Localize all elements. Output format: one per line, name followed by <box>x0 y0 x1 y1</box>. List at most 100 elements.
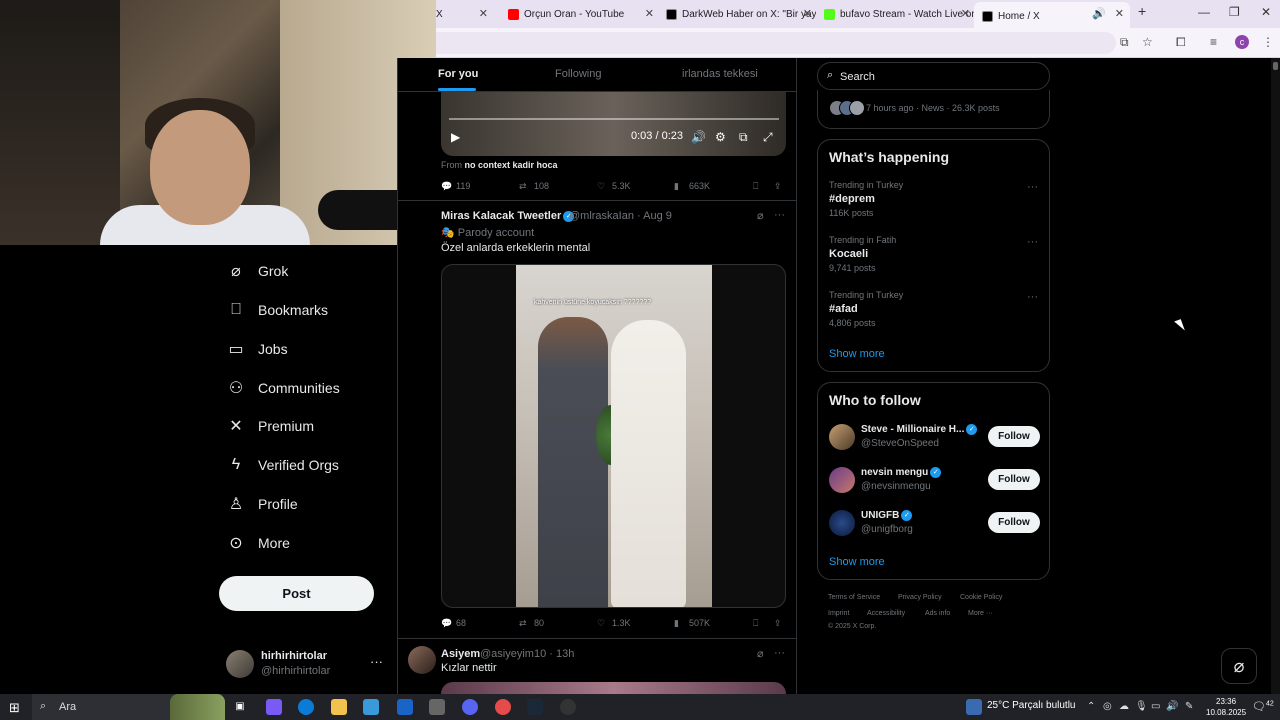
footer-link-terms[interactable]: Terms of Service <box>828 594 880 601</box>
outlook-icon[interactable] <box>397 699 413 715</box>
footer-link-accessibility[interactable]: Accessibility <box>867 610 905 617</box>
tray-chevron-icon[interactable]: ⌃ <box>1087 701 1095 712</box>
share-icon[interactable]: ⇪ <box>774 181 782 192</box>
footer-link-more[interactable]: More ··· <box>968 610 993 617</box>
footer-link-imprint[interactable]: Imprint <box>828 610 849 617</box>
more-dots-icon[interactable]: ··· <box>1027 181 1038 193</box>
follow-suggestion-name[interactable]: Steve - Millionaire H... ✓ <box>861 424 978 435</box>
post-button[interactable]: Post <box>219 576 374 611</box>
volume-icon[interactable]: 🔊 <box>1166 701 1178 712</box>
tab-following[interactable]: Following <box>555 68 601 80</box>
show-more-link[interactable]: Show more <box>829 348 885 360</box>
footer-link-ads[interactable]: Ads info <box>925 610 950 617</box>
footer-link-privacy[interactable]: Privacy Policy <box>898 594 942 601</box>
retweet-icon[interactable]: ⇄ <box>519 181 527 192</box>
close-icon[interactable]: ✕ <box>645 7 654 20</box>
reply-icon[interactable]: 💬 <box>441 618 452 629</box>
nav-item-communities[interactable]: ⚇ Communities <box>226 376 340 400</box>
tweet-author[interactable]: Asiyem <box>441 648 480 660</box>
more-dots-icon[interactable]: ··· <box>370 654 383 669</box>
menu-icon[interactable]: ⋮ <box>1262 35 1274 49</box>
bookmark-icon[interactable]: ⎕ <box>753 618 758 629</box>
close-icon[interactable]: ✕ <box>803 7 812 20</box>
footer-link-cookies[interactable]: Cookie Policy <box>960 594 1002 601</box>
steam-icon[interactable] <box>527 699 543 715</box>
tab-irlandas-tekkesi[interactable]: irlandas tekkesi <box>682 68 758 80</box>
show-more-link[interactable]: Show more <box>829 556 885 568</box>
video-player[interactable]: ▶ 0:03 / 0:23 🔊 ⚙ ⧉ ⤢ <box>441 92 786 156</box>
tweet-media-preview[interactable] <box>441 682 786 694</box>
follow-suggestion-name[interactable]: UNIGFB ✓ <box>861 510 913 521</box>
speaker-icon[interactable]: 🔊 <box>1092 7 1106 20</box>
pen-icon[interactable]: ✎ <box>1185 701 1193 712</box>
tray-app-icon[interactable]: ☁ <box>1119 701 1129 712</box>
avatar[interactable] <box>829 467 855 493</box>
nav-item-premium[interactable]: ✕ Premium <box>226 414 314 438</box>
tweet-time[interactable]: · 13h <box>549 648 574 660</box>
notifications-icon[interactable]: 🗨42 <box>1252 700 1274 713</box>
browser-tab[interactable]: Orçun Oran - YouTube ✕ <box>508 4 658 24</box>
more-dots-icon[interactable]: ··· <box>1027 236 1038 248</box>
nav-item-verified-orgs[interactable]: ϟ Verified Orgs <box>226 453 339 477</box>
copilot-icon[interactable] <box>266 699 282 715</box>
windows-start-icon[interactable]: ⊞ <box>9 700 20 716</box>
maximize-button[interactable]: ❐ <box>1229 5 1240 19</box>
window-close-button[interactable]: ✕ <box>1261 5 1271 19</box>
avatar[interactable] <box>408 646 436 674</box>
nav-item-jobs[interactable]: ▭ Jobs <box>226 337 287 361</box>
media-controls-icon[interactable]: ≡ <box>1210 35 1217 49</box>
follow-suggestion-name[interactable]: nevsin mengu ✓ <box>861 467 942 478</box>
clock[interactable]: 23:36 10.08.2025 <box>1206 696 1246 718</box>
store-icon[interactable] <box>363 699 379 715</box>
scrollbar-up-arrow[interactable] <box>1273 62 1278 70</box>
tweet-media-video[interactable]: kahvenin üstüne koyucaksın ??????? <box>441 264 786 608</box>
settings-gear-icon[interactable]: ⚙ <box>715 130 726 144</box>
bookmark-star-icon[interactable]: ☆ <box>1142 35 1153 49</box>
more-dots-icon[interactable]: ··· <box>774 647 785 659</box>
browser-tab[interactable]: DarkWeb Haber on X: "Bir yayı ✕ <box>666 4 816 24</box>
close-icon[interactable]: ✕ <box>961 7 970 20</box>
close-icon[interactable]: ✕ <box>1115 7 1124 20</box>
like-icon[interactable]: ♡ <box>597 181 605 192</box>
follow-button[interactable]: Follow <box>988 512 1040 533</box>
edge-icon[interactable] <box>298 699 314 715</box>
follow-button[interactable]: Follow <box>988 426 1040 447</box>
reply-icon[interactable]: 💬 <box>441 181 452 192</box>
minimize-button[interactable]: — <box>1198 5 1210 19</box>
more-dots-icon[interactable]: ··· <box>774 209 785 221</box>
follow-button[interactable]: Follow <box>988 469 1040 490</box>
account-switcher[interactable]: hirhirhirtolar @hirhirhirtolar ··· <box>226 648 386 680</box>
grok-floating-button[interactable]: ⌀ <box>1221 648 1257 684</box>
page-scrollbar[interactable] <box>1271 58 1280 714</box>
nav-item-grok[interactable]: ⌀ Grok <box>226 259 288 283</box>
profile-avatar[interactable]: c <box>1235 35 1249 49</box>
fullscreen-icon[interactable]: ⤢ <box>763 130 773 145</box>
search-input[interactable]: ⌕ Search <box>817 62 1050 90</box>
like-icon[interactable]: ♡ <box>597 618 605 629</box>
pip-icon[interactable]: ⧉ <box>739 130 748 145</box>
tweet-author[interactable]: Miras Kalacak Tweetler ✓ <box>441 210 575 222</box>
obs-icon[interactable] <box>560 699 576 715</box>
install-app-icon[interactable]: ⧉ <box>1120 35 1129 50</box>
network-icon[interactable]: ▭ <box>1151 701 1160 712</box>
grok-icon[interactable]: ⌀ <box>757 209 764 222</box>
weather-text[interactable]: 25°C Parçalı bulutlu <box>987 700 1076 711</box>
nav-item-more[interactable]: ⊙ More <box>226 531 290 555</box>
browser-tab[interactable]: bufavo Stream - Watch Live on ✕ <box>824 4 974 24</box>
weather-icon[interactable] <box>966 699 982 715</box>
task-view-icon[interactable]: ▣ <box>232 699 248 715</box>
close-icon[interactable]: ✕ <box>479 7 488 20</box>
extensions-icon[interactable]: ⧠ <box>1176 35 1186 50</box>
nav-item-profile[interactable]: ♙ Profile <box>226 492 298 516</box>
tab-for-you[interactable]: For you <box>438 68 478 80</box>
chrome-icon[interactable] <box>495 699 511 715</box>
avatar[interactable] <box>829 424 855 450</box>
tray-app-icon[interactable]: ◎ <box>1103 701 1112 712</box>
grok-icon[interactable]: ⌀ <box>757 647 764 660</box>
discord-icon[interactable] <box>462 699 478 715</box>
video-progress-bar[interactable] <box>449 118 779 120</box>
views-icon[interactable]: ▮ <box>674 181 679 192</box>
app-icon[interactable] <box>429 699 445 715</box>
nav-item-bookmarks[interactable]: ⎕ Bookmarks <box>226 298 328 322</box>
share-icon[interactable]: ⇪ <box>774 618 782 629</box>
